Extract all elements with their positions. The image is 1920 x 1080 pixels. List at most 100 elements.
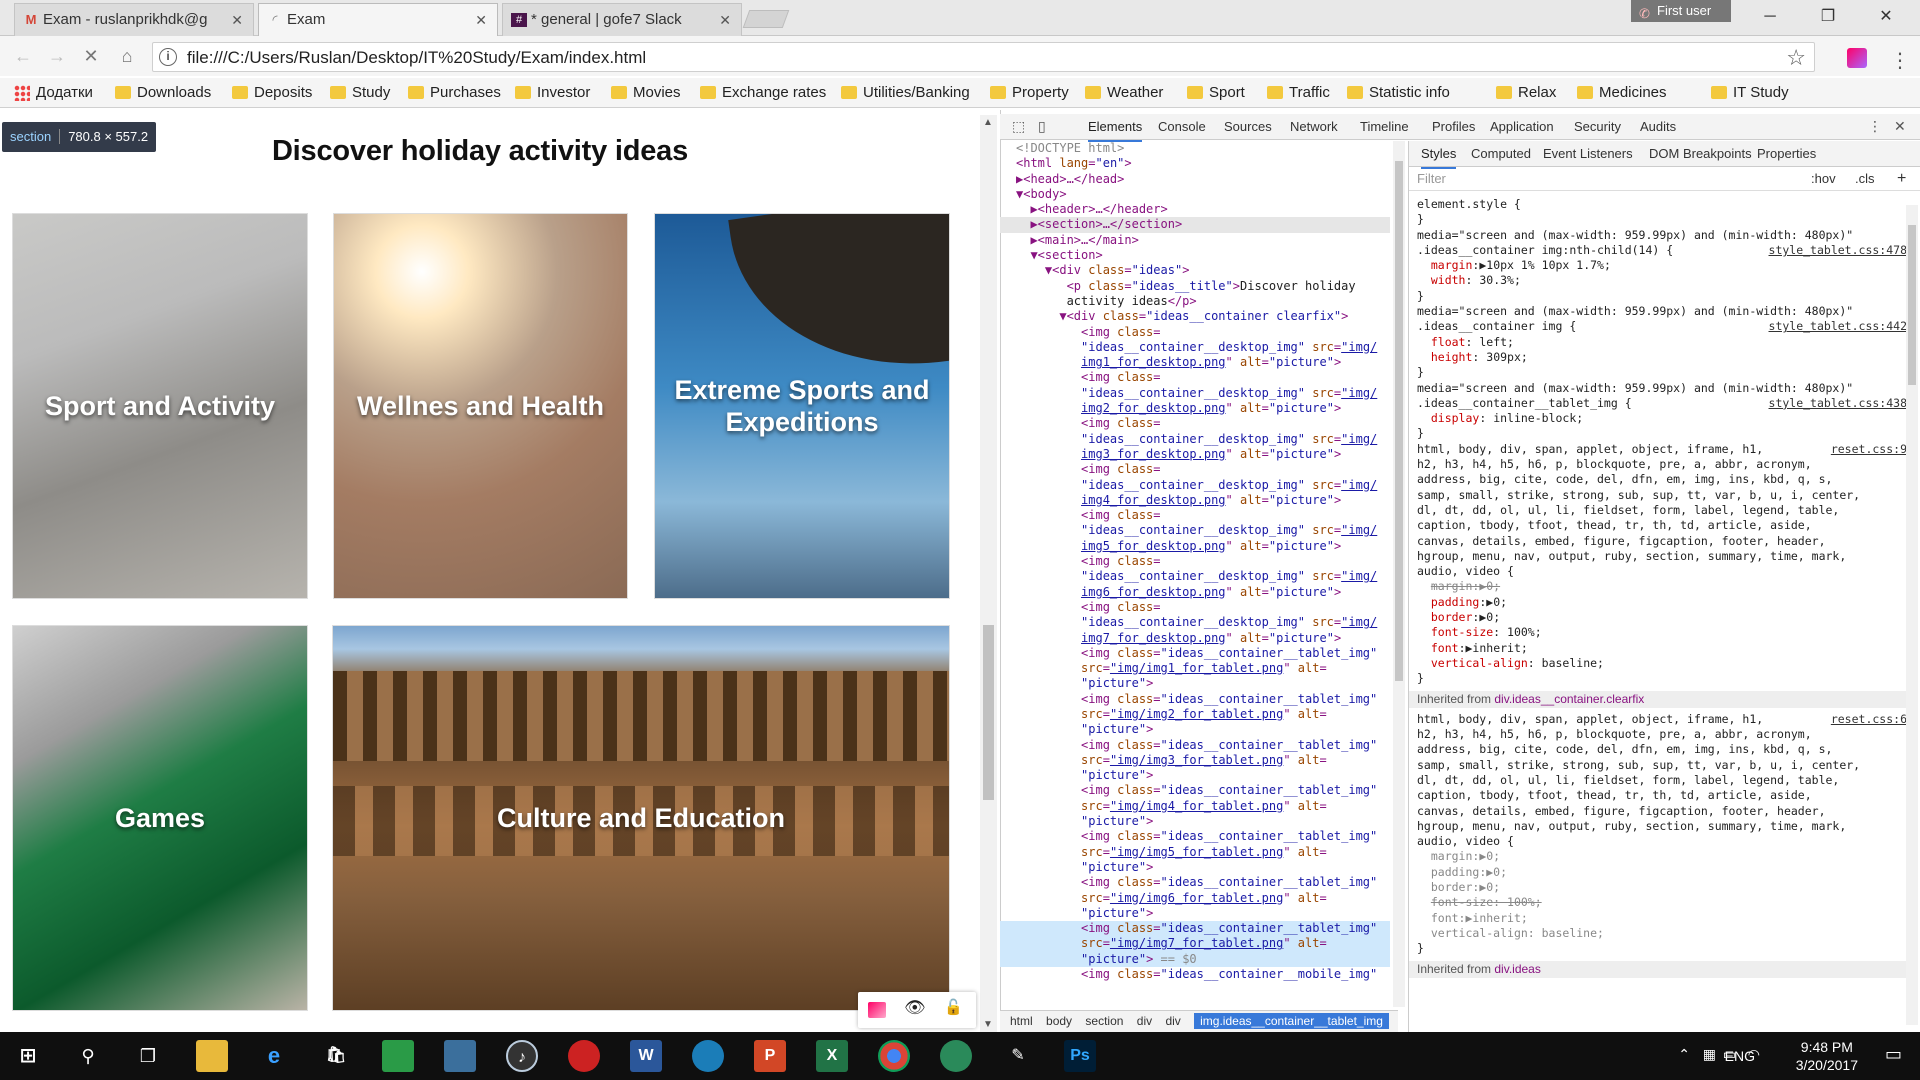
excel-icon[interactable]: X — [816, 1040, 848, 1072]
tab-network[interactable]: Network — [1290, 114, 1338, 140]
tab-sources[interactable]: Sources — [1224, 114, 1272, 140]
menu-icon[interactable]: ⋮ — [1890, 48, 1910, 73]
dom-line[interactable]: ▼<div class="ideas"> — [1000, 263, 1390, 278]
scrollbar-thumb[interactable] — [983, 625, 994, 800]
dom-line[interactable]: "picture"> — [1000, 814, 1390, 829]
bookmark-folder[interactable]: Sport — [1187, 83, 1245, 103]
lock-icon[interactable]: 🔓 — [944, 998, 963, 1016]
dom-line[interactable]: img6_for_desktop.png" alt="picture"> — [1000, 585, 1390, 600]
profile-button[interactable]: ✆ First user — [1631, 0, 1731, 22]
tab-elements[interactable]: Elements — [1088, 114, 1143, 142]
dom-line[interactable]: <img class= — [1000, 325, 1390, 340]
bookmark-folder[interactable]: Statistic info — [1347, 83, 1450, 103]
bookmark-folder[interactable]: Property — [990, 83, 1069, 103]
close-icon[interactable]: ✕ — [231, 4, 243, 36]
bookmark-star-icon[interactable]: ☆ — [1786, 45, 1806, 71]
bookmark-folder[interactable]: Medicines — [1577, 83, 1667, 103]
dom-line-selected[interactable]: src="img/img7_for_tablet.png" alt= — [1000, 936, 1390, 952]
dom-line[interactable]: img3_for_desktop.png" alt="picture"> — [1000, 447, 1390, 462]
window-close-icon[interactable]: ✕ — [1863, 4, 1909, 30]
idea-card-extreme[interactable]: Extreme Sports and Expeditions — [654, 213, 950, 599]
dom-line[interactable]: src="img/img4_for_tablet.png" alt= — [1000, 799, 1390, 814]
scroll-down-icon[interactable]: ▼ — [983, 1019, 993, 1030]
dom-line[interactable]: <img class="ideas__container__tablet_img… — [1000, 783, 1390, 798]
dom-line[interactable]: ▶<head>…</head> — [1000, 172, 1390, 187]
forward-icon[interactable]: → — [44, 44, 70, 68]
device-icon[interactable]: ▯ — [1038, 118, 1046, 135]
dom-line[interactable]: <img class= — [1000, 508, 1390, 523]
bookmark-folder[interactable]: Purchases — [408, 83, 501, 103]
idea-card-wellness[interactable]: Wellnes and Health — [333, 213, 628, 599]
breadcrumb-item-current[interactable]: img.ideas__container__tablet_img — [1194, 1013, 1389, 1029]
dom-line[interactable]: ▼<body> — [1000, 187, 1390, 202]
idea-card-games[interactable]: Games — [12, 625, 308, 1011]
tab-slack[interactable]: # * general | gofe7 Slack ✕ — [502, 3, 742, 36]
dom-line[interactable]: "ideas__container__desktop_img" src="img… — [1000, 340, 1390, 355]
scroll-up-icon[interactable]: ▲ — [983, 117, 993, 128]
dom-line[interactable]: ▶<main>…</main> — [1000, 233, 1390, 248]
app-icon[interactable] — [692, 1040, 724, 1072]
info-icon[interactable]: i — [159, 48, 177, 66]
close-icon[interactable]: ✕ — [719, 4, 731, 36]
close-devtools-icon[interactable]: ✕ — [1894, 118, 1906, 135]
scrollbar-thumb[interactable] — [1908, 225, 1916, 385]
dom-line[interactable]: src="img/img1_for_tablet.png" alt= — [1000, 661, 1390, 676]
eye-icon[interactable]: 👁 — [904, 998, 926, 1018]
restore-icon[interactable]: ❐ — [1805, 4, 1851, 30]
tab-exam[interactable]: ◜ Exam ✕ — [258, 3, 498, 36]
page-scrollbar[interactable]: ▲ ▼ — [980, 115, 997, 1032]
dom-line[interactable]: "picture"> — [1000, 722, 1390, 737]
filter-input[interactable]: Filter — [1417, 171, 1446, 186]
tab-dom-breakpoints[interactable]: DOM Breakpoints — [1649, 141, 1752, 167]
dom-line[interactable]: <img class= — [1000, 370, 1390, 385]
more-icon[interactable]: ⋮ — [1868, 118, 1882, 135]
dom-line[interactable]: src="img/img6_for_tablet.png" alt= — [1000, 891, 1390, 906]
bookmark-folder[interactable]: Investor — [515, 83, 590, 103]
close-icon[interactable]: ✕ — [475, 4, 487, 36]
dom-line[interactable]: src="img/img3_for_tablet.png" alt= — [1000, 753, 1390, 768]
bookmark-folder[interactable]: Relax — [1496, 83, 1556, 103]
dom-line[interactable]: <img class= — [1000, 600, 1390, 615]
word-icon[interactable]: W — [630, 1040, 662, 1072]
dom-line[interactable]: <img class="ideas__container__tablet_img… — [1000, 738, 1390, 753]
dom-line[interactable]: <img class="ideas__container__tablet_img… — [1000, 829, 1390, 844]
dom-line[interactable]: img2_for_desktop.png" alt="picture"> — [1000, 401, 1390, 416]
edge-icon[interactable]: e — [258, 1040, 290, 1072]
tab-profiles[interactable]: Profiles — [1432, 114, 1475, 140]
cls-toggle[interactable]: .cls — [1855, 167, 1875, 191]
dom-line-selected[interactable]: "picture"> == $0 — [1000, 951, 1390, 968]
dom-line[interactable]: <img class= — [1000, 554, 1390, 569]
dom-scrollbar[interactable] — [1393, 141, 1405, 1007]
bookmark-folder[interactable]: Exchange rates — [700, 83, 826, 103]
dom-line[interactable]: ▶<section>…</section> — [1000, 217, 1390, 233]
dom-line[interactable]: <html lang="en"> — [1000, 156, 1390, 171]
idea-card-sport[interactable]: Sport and Activity — [12, 213, 308, 599]
explorer-icon[interactable] — [196, 1040, 228, 1072]
breadcrumb-item[interactable]: body — [1046, 1014, 1072, 1028]
tab-properties[interactable]: Properties — [1757, 141, 1816, 167]
bookmark-folder[interactable]: Traffic — [1267, 83, 1330, 103]
dom-line[interactable]: ▼<div class="ideas__container clearfix"> — [1000, 309, 1390, 324]
chrome-icon[interactable] — [878, 1040, 910, 1072]
dom-line[interactable]: <!DOCTYPE html> — [1000, 141, 1390, 156]
color-icon[interactable] — [868, 1002, 886, 1018]
minimize-icon[interactable]: ─ — [1747, 4, 1793, 30]
extension-icon[interactable] — [1847, 48, 1867, 68]
dom-line[interactable]: <img class= — [1000, 462, 1390, 477]
address-bar[interactable]: i file:///C:/Users/Ruslan/Desktop/IT%20S… — [152, 42, 1815, 72]
dom-line[interactable]: activity ideas</p> — [1000, 294, 1390, 309]
dom-line[interactable]: ▶<header>…</header> — [1000, 202, 1390, 217]
dom-line[interactable]: "ideas__container__desktop_img" src="img… — [1000, 386, 1390, 401]
music-icon[interactable]: ♪ — [506, 1040, 538, 1072]
inspect-icon[interactable]: ⬚ — [1012, 118, 1025, 135]
url-text[interactable]: file:///C:/Users/Ruslan/Desktop/IT%20Stu… — [187, 48, 646, 68]
dom-line[interactable]: <img class= — [1000, 416, 1390, 431]
app-icon[interactable] — [444, 1040, 476, 1072]
tab-timeline[interactable]: Timeline — [1360, 114, 1409, 140]
language-indicator[interactable]: ENG — [1725, 1048, 1755, 1064]
dom-line-selected[interactable]: <img class="ideas__container__tablet_img… — [1000, 921, 1390, 937]
dom-line[interactable]: "picture"> — [1000, 676, 1390, 691]
bookmark-folder[interactable]: Weather — [1085, 83, 1163, 103]
dom-line[interactable]: <img class="ideas__container__tablet_img… — [1000, 692, 1390, 707]
bookmark-folder[interactable]: Deposits — [232, 83, 312, 103]
